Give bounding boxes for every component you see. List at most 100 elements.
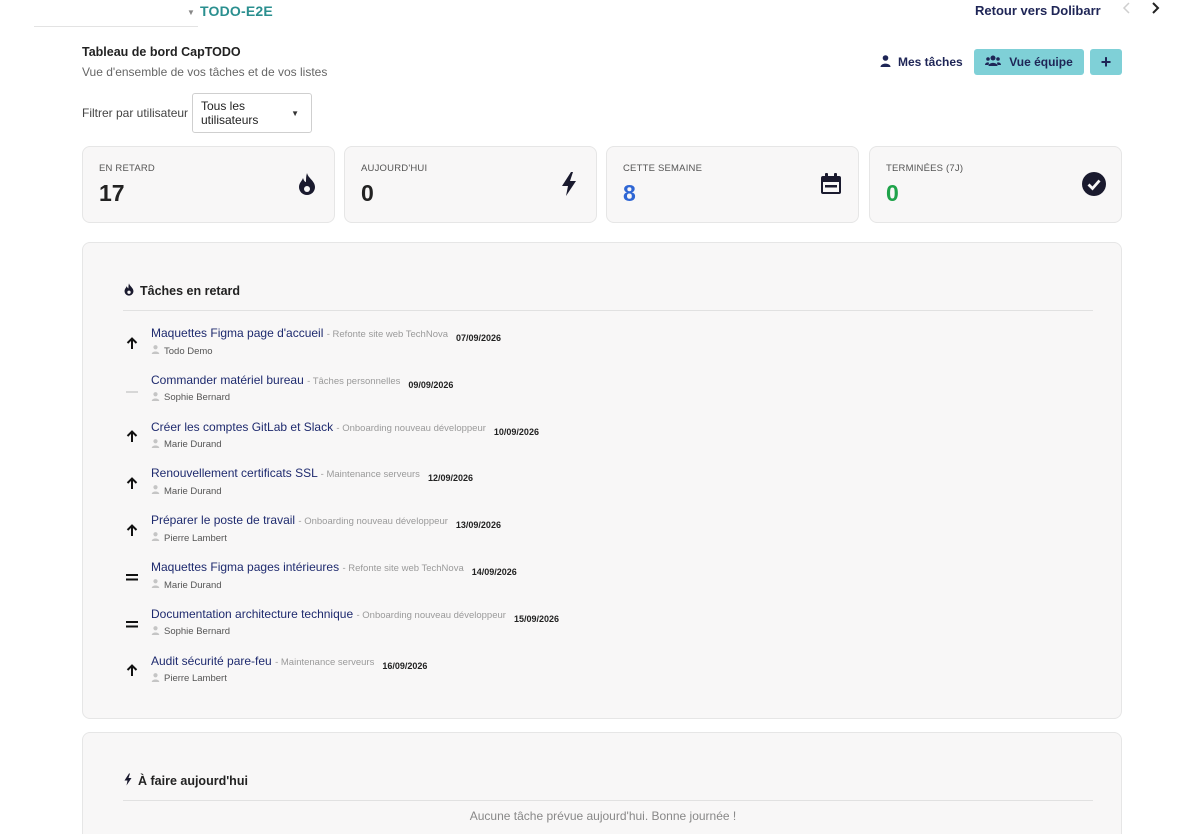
empty-message: Aucune tâche prévue aujourd'hui. Bonne j… [469, 809, 737, 823]
user-icon [151, 672, 160, 685]
task-title[interactable]: Audit sécurité pare-feu [151, 654, 272, 668]
task-due-date: 09/09/2026 [408, 379, 454, 390]
task-assignee: Marie Durand [151, 579, 222, 591]
overdue-title: Tâches en retard [140, 284, 241, 298]
user-filter-value: Tous les utilisateurs [201, 99, 259, 127]
today-tasks-panel: À faire aujourd'hui Aucune tâche prévue … [82, 732, 1122, 834]
page-title: Tableau de bord CapTODO [82, 45, 241, 59]
task-title-line[interactable]: Maquettes Figma page d'accueil - Refonte… [151, 326, 501, 343]
bolt-icon [556, 171, 582, 197]
task-project: - Onboarding nouveau développeur [356, 609, 506, 621]
stat-label: TERMINÉES (7J) [886, 163, 964, 174]
stat-card-week[interactable]: CETTE SEMAINE 8 [606, 146, 859, 223]
chevron-right-icon[interactable] [1150, 1, 1160, 18]
task-title-line[interactable]: Renouvellement certificats SSL - Mainten… [151, 466, 473, 484]
assignee-name: Pierre Lambert [164, 532, 227, 544]
stat-label: CETTE SEMAINE [623, 163, 703, 174]
task-title[interactable]: Documentation architecture technique [151, 607, 353, 621]
user-icon [151, 438, 160, 451]
task-title-line[interactable]: Préparer le poste de travail - Onboardin… [151, 513, 501, 531]
task-title-line[interactable]: Créer les comptes GitLab et Slack - Onbo… [151, 420, 539, 437]
task-title-line[interactable]: Audit sécurité pare-feu - Maintenance se… [151, 654, 428, 671]
task-row[interactable]: Audit sécurité pare-feu - Maintenance se… [123, 654, 723, 694]
task-title[interactable]: Renouvellement certificats SSL [151, 466, 317, 480]
arrow-up-icon [123, 662, 141, 680]
bolt-icon [124, 773, 132, 789]
stat-card-overdue[interactable]: EN RETARD 17 [82, 146, 335, 223]
task-assignee: Marie Durand [151, 485, 222, 497]
task-project: - Onboarding nouveau développeur [298, 516, 448, 528]
my-tasks-button[interactable]: Mes tâches [872, 50, 971, 74]
task-due-date: 14/09/2026 [471, 567, 517, 577]
check-circle-icon [1081, 171, 1107, 197]
task-row[interactable]: Créer les comptes GitLab et Slack - Onbo… [123, 420, 723, 460]
task-project: - Tâches personnelles [307, 375, 401, 387]
overdue-tasks-panel: Tâches en retard Maquettes Figma page d'… [82, 242, 1122, 719]
task-row[interactable]: Préparer le poste de travail - Onboardin… [123, 513, 723, 553]
divider [123, 310, 1093, 311]
assignee-name: Pierre Lambert [164, 673, 227, 685]
task-row[interactable]: Maquettes Figma pages intérieures - Refo… [123, 560, 723, 600]
task-project: - Maintenance serveurs [275, 656, 375, 668]
stat-label: AUJOURD'HUI [361, 163, 428, 174]
user-icon [880, 54, 891, 70]
arrow-up-icon [123, 521, 141, 539]
stat-value: 17 [99, 180, 125, 206]
task-assignee: Marie Durand [151, 438, 222, 451]
stat-value: 0 [361, 180, 374, 206]
minus-icon [123, 381, 141, 399]
task-due-date: 15/09/2026 [513, 613, 559, 624]
task-title[interactable]: Créer les comptes GitLab et Slack [151, 420, 333, 434]
task-title[interactable]: Préparer le poste de travail [151, 513, 295, 527]
task-assignee: Sophie Bernard [151, 625, 231, 638]
task-title-line[interactable]: Commander matériel bureau - Tâches perso… [151, 373, 454, 390]
caret-down-icon[interactable]: ▼ [187, 8, 195, 17]
panel-title: À faire aujourd'hui [124, 773, 248, 789]
users-icon [985, 55, 1002, 69]
assignee-name: Marie Durand [164, 579, 222, 591]
task-due-date: 13/09/2026 [455, 520, 501, 531]
stat-value: 0 [886, 180, 899, 206]
filter-label: Filtrer par utilisateur [82, 106, 189, 120]
chevron-left-icon[interactable] [1122, 1, 1132, 18]
task-title[interactable]: Maquettes Figma page d'accueil [151, 326, 323, 340]
user-filter-select[interactable]: Tous les utilisateurs ▼ [192, 93, 312, 133]
stat-value: 8 [623, 180, 636, 206]
arrow-up-icon [123, 428, 141, 446]
caret-down-icon: ▼ [291, 109, 299, 118]
user-icon [151, 345, 160, 357]
task-row[interactable]: Commander matériel bureau - Tâches perso… [123, 373, 723, 413]
arrow-up-icon [123, 474, 141, 492]
task-title[interactable]: Maquettes Figma pages intérieures [151, 560, 339, 574]
task-due-date: 10/09/2026 [493, 426, 539, 437]
user-icon [151, 625, 160, 638]
team-view-button[interactable]: Vue équipe [974, 49, 1084, 75]
my-tasks-label: Mes tâches [898, 55, 963, 69]
project-selector-underline [34, 26, 198, 27]
task-title[interactable]: Commander matériel bureau [151, 373, 304, 387]
task-row[interactable]: Documentation architecture technique - O… [123, 607, 723, 647]
add-task-button[interactable]: + [1090, 49, 1122, 75]
task-project: - Refonte site web TechNova [326, 329, 449, 340]
task-assignee: Pierre Lambert [151, 532, 227, 544]
task-title-line[interactable]: Documentation architecture technique - O… [151, 607, 559, 624]
user-icon [151, 485, 160, 497]
assignee-name: Todo Demo [164, 345, 213, 357]
assignee-name: Sophie Bernard [164, 626, 231, 638]
assignee-name: Marie Durand [164, 485, 222, 497]
fire-icon [294, 171, 320, 197]
back-to-dolibarr-link[interactable]: Retour vers Dolibarr [975, 3, 1101, 18]
task-row[interactable]: Maquettes Figma page d'accueil - Refonte… [123, 326, 723, 366]
equals-icon [123, 615, 141, 633]
user-icon [151, 579, 160, 591]
divider [123, 800, 1093, 801]
task-due-date: 16/09/2026 [382, 660, 428, 671]
stat-card-today[interactable]: AUJOURD'HUI 0 [344, 146, 597, 223]
project-name[interactable]: TODO-E2E [200, 3, 273, 19]
stat-card-completed[interactable]: TERMINÉES (7J) 0 [869, 146, 1122, 223]
equals-icon [123, 568, 141, 586]
task-row[interactable]: Renouvellement certificats SSL - Mainten… [123, 466, 723, 506]
task-due-date: 12/09/2026 [427, 473, 473, 484]
task-assignee: Pierre Lambert [151, 672, 227, 685]
task-title-line[interactable]: Maquettes Figma pages intérieures - Refo… [151, 560, 517, 577]
